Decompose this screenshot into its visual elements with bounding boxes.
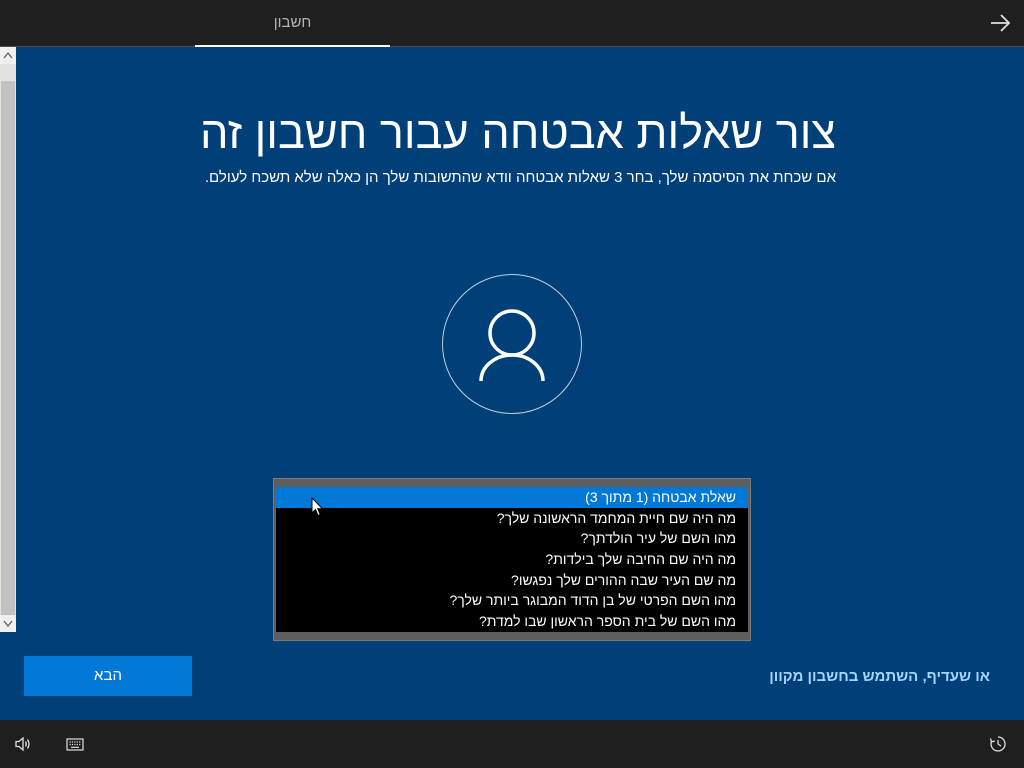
dropdown-option[interactable]: מהו השם הפרטי של בן הדוד המבוגר ביותר של… <box>276 590 748 611</box>
vertical-scrollbar[interactable] <box>0 47 16 632</box>
scroll-down-button[interactable] <box>0 615 16 632</box>
tab-active-underline <box>195 45 390 47</box>
bottom-bar <box>0 720 1024 768</box>
chevron-up-icon <box>3 51 13 59</box>
dropdown-option[interactable]: מה היה שם חיית המחמד הראשונה שלך? <box>276 508 748 529</box>
next-button-label: הבא <box>94 667 122 684</box>
keyboard-icon[interactable] <box>66 738 84 751</box>
accessibility-icon[interactable] <box>989 735 1007 753</box>
arrow-right-icon <box>991 14 1011 32</box>
dropdown-option[interactable]: מה שם העיר שבה ההורים שלך נפגשו? <box>276 570 748 591</box>
dropdown-option[interactable]: מה היה שם החיבה שלך בילדות? <box>276 549 748 570</box>
page-title: צור שאלות אבטחה עבור חשבון זה <box>199 107 836 158</box>
user-icon <box>479 309 545 382</box>
avatar <box>442 274 582 414</box>
tab-account[interactable]: חשבון <box>195 0 390 47</box>
dropdown-option-highlighted[interactable]: שאלת אבטחה (1 מתוך 3) <box>276 487 748 508</box>
dropdown-option[interactable]: מהו השם של עיר הולדתך? <box>276 528 748 549</box>
security-question-dropdown[interactable]: שאלת אבטחה (1 מתוך 3) מה היה שם חיית המח… <box>273 478 751 641</box>
scroll-up-button[interactable] <box>0 47 16 64</box>
mouse-cursor-icon <box>311 497 324 517</box>
scroll-thumb[interactable] <box>1 81 15 615</box>
top-bar: חשבון <box>0 0 1024 47</box>
dropdown-options-list: שאלת אבטחה (1 מתוך 3) מה היה שם חיית המח… <box>276 487 748 632</box>
use-online-account-link[interactable]: או שעדיף, השתמש בחשבון מקוון <box>769 667 990 687</box>
next-button[interactable]: הבא <box>24 656 192 696</box>
forward-button[interactable] <box>988 11 1012 35</box>
page-subtitle: אם שכחת את הסיסמה שלך, בחר 3 שאלות אבטחה… <box>204 169 836 186</box>
dropdown-option[interactable]: מהו השם של בית הספר הראשון שבו למדת? <box>276 611 748 632</box>
tab-account-label: חשבון <box>273 14 312 31</box>
chevron-down-icon <box>3 620 13 628</box>
volume-icon[interactable] <box>14 735 32 753</box>
